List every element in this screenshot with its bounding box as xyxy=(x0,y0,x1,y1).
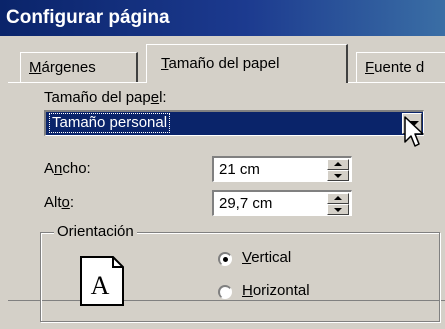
height-spin-buttons xyxy=(327,193,349,215)
height-label-part: Alt xyxy=(44,194,62,211)
spin-down-icon xyxy=(334,174,342,178)
tab-margins-accel: M xyxy=(29,59,42,76)
width-increase-button[interactable] xyxy=(327,159,349,170)
tab-paper-size-accel: T xyxy=(161,55,169,72)
width-value: 21 cm xyxy=(219,161,260,178)
height-increase-button[interactable] xyxy=(327,193,349,204)
tab-paper-size-label: amaño del papel xyxy=(168,55,280,72)
tab-paper-size[interactable]: Tamaño del papel xyxy=(146,44,348,83)
width-label: Ancho: xyxy=(44,160,91,177)
mouse-cursor-icon xyxy=(404,116,424,147)
paper-size-select[interactable]: Tamaño personal xyxy=(44,110,424,136)
height-label: Alto: xyxy=(44,194,74,211)
horizontal-accel: H xyxy=(242,282,253,299)
paper-size-label: Tamaño del papel: xyxy=(44,89,167,106)
tab-margins-label: árgenes xyxy=(41,59,96,76)
horizontal-option-label[interactable]: Horizontal xyxy=(242,282,310,299)
paper-size-label-end: l: xyxy=(159,89,167,106)
tab-margins[interactable]: Márgenes xyxy=(20,52,138,82)
height-decrease-button[interactable] xyxy=(327,204,349,215)
tab-paper-source-accel: F xyxy=(365,59,375,76)
radio-checked-dot xyxy=(223,257,228,262)
tab-paper-source[interactable]: Fuente d xyxy=(356,52,445,82)
horizontal-radio[interactable] xyxy=(218,285,232,299)
paper-size-label-accel: e xyxy=(150,89,160,106)
height-spin-input[interactable]: 29,7 cm xyxy=(212,190,352,216)
orientation-legend: Orientación xyxy=(54,223,137,240)
width-label-part: A xyxy=(44,160,55,177)
vertical-radio[interactable] xyxy=(218,252,232,266)
height-label-accel: o xyxy=(61,194,70,211)
dialog-title: Configurar página xyxy=(6,7,170,28)
tab-paper-source-label: uente d xyxy=(374,59,425,76)
portrait-page-icon: A xyxy=(80,256,124,306)
width-spin-input[interactable]: 21 cm xyxy=(212,156,352,182)
page-setup-dialog: Configurar página Márgenes Tamaño del pa… xyxy=(0,0,445,329)
vertical-option-label[interactable]: Vertical xyxy=(242,249,291,266)
paper-size-label-part: Tamaño del pap xyxy=(44,89,151,106)
width-decrease-button[interactable] xyxy=(327,170,349,181)
width-spin-buttons xyxy=(327,159,349,181)
height-label-end: : xyxy=(69,194,75,211)
spin-up-icon xyxy=(334,196,342,200)
window-frame-left xyxy=(0,36,8,329)
height-value: 29,7 cm xyxy=(219,195,273,212)
page-icon-letter: A xyxy=(91,271,110,300)
spin-down-icon xyxy=(334,208,342,212)
dialog-title-bar[interactable]: Configurar página xyxy=(0,0,445,36)
spin-up-icon xyxy=(334,162,342,166)
vertical-label-text: ertical xyxy=(251,249,292,266)
horizontal-label-text: orizontal xyxy=(252,282,310,299)
width-label-end: cho: xyxy=(62,160,91,177)
paper-size-selected-value: Tamaño personal xyxy=(48,113,171,133)
vertical-accel: V xyxy=(242,249,252,266)
